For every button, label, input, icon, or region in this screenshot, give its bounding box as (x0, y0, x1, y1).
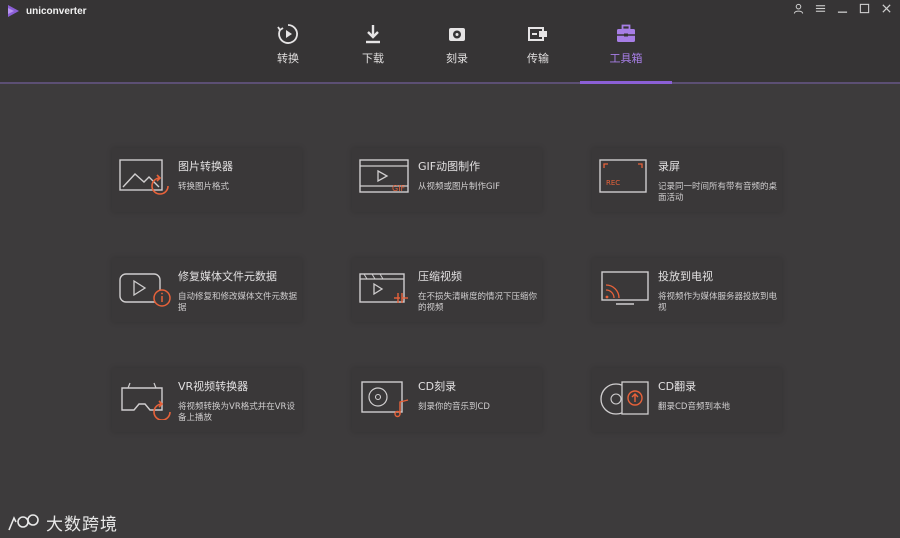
tool-desc: 刻录你的音乐到CD (418, 402, 490, 412)
tool-compress-video[interactable]: 压缩视频 在不损失清晰度的情况下压缩你的视频 (352, 258, 542, 322)
tool-screen-recorder[interactable]: REC 录屏 记录同一时间所有带有音频的桌面活动 (592, 148, 782, 212)
tab-download-label: 下载 (362, 52, 384, 65)
image-convert-icon (119, 159, 169, 195)
tool-desc: 将视频转换为VR格式并在VR设备上播放 (178, 402, 295, 423)
tab-burn-label: 刻录 (446, 52, 468, 65)
user-icon[interactable] (790, 1, 806, 15)
tab-transfer[interactable]: 传输 (508, 18, 568, 78)
watermark-logo-icon (8, 514, 39, 531)
tool-metadata-fix[interactable]: 修复媒体文件元数据 自动修复和修改媒体文件元数据据 (112, 258, 302, 322)
tool-gif-maker[interactable]: GIF GIF动图制作 从视频或图片制作GIF (352, 148, 542, 212)
tool-desc: 在不损失清晰度的情况下压缩你的视频 (418, 292, 538, 313)
tab-download[interactable]: 下载 (343, 18, 403, 78)
toolbox-icon (617, 24, 635, 42)
nav-divider (0, 82, 900, 84)
tool-cast-to-tv[interactable]: 投放到电视 将视频作为媒体服务器投放到电视 (592, 258, 782, 322)
tool-title: 修复媒体文件元数据 (178, 270, 277, 283)
tool-title: CD翻录 (658, 380, 697, 393)
main-nav: 转换 下载 刻录 传输 工具箱 (0, 18, 900, 78)
tool-desc: 将视频作为媒体服务器投放到电视 (658, 292, 778, 313)
app-logo-icon (8, 5, 19, 17)
screen-record-icon: REC (599, 159, 647, 193)
minimize-icon[interactable] (834, 1, 850, 15)
tool-title: 图片转换器 (178, 160, 233, 173)
tool-title: 投放到电视 (658, 270, 713, 283)
tool-desc: 翻录CD音频到本地 (658, 402, 730, 412)
gif-maker-icon: GIF (359, 159, 409, 193)
tool-title: 压缩视频 (418, 270, 462, 283)
tool-desc: 从视频或图片制作GIF (418, 182, 500, 192)
tab-burn[interactable]: 刻录 (427, 18, 487, 78)
metadata-fix-icon (119, 273, 171, 307)
cd-rip-icon (600, 381, 649, 415)
compress-video-icon (359, 273, 408, 303)
svg-text:REC: REC (606, 179, 620, 187)
tool-title: 录屏 (658, 160, 680, 173)
convert-icon (277, 24, 298, 44)
svg-text:GIF: GIF (392, 184, 406, 193)
tab-toolbox[interactable]: 工具箱 (596, 18, 656, 78)
transfer-icon (528, 27, 547, 41)
burn-icon (449, 28, 465, 41)
tool-title: GIF动图制作 (418, 160, 481, 173)
tool-cd-ripper[interactable]: CD翻录 翻录CD音频到本地 (592, 368, 782, 432)
close-icon[interactable] (878, 1, 894, 15)
vr-convert-icon (121, 382, 171, 420)
cd-burn-icon (361, 381, 409, 418)
tab-transfer-label: 传输 (527, 52, 549, 65)
header: uniconverter 转换 下载 刻录 传输 工具箱 (0, 0, 900, 82)
tool-title: CD刻录 (418, 380, 457, 393)
tab-convert[interactable]: 转换 (258, 18, 318, 78)
active-tab-indicator (580, 81, 672, 84)
app-name: uniconverter (26, 5, 87, 17)
tab-convert-label: 转换 (277, 52, 299, 65)
tool-cd-burner[interactable]: CD刻录 刻录你的音乐到CD (352, 368, 542, 432)
tool-title: VR视频转换器 (178, 380, 249, 393)
brand: uniconverter (6, 3, 87, 19)
app-window: uniconverter 转换 下载 刻录 传输 工具箱 图片转换器 转换图片格… (0, 0, 900, 538)
download-icon (366, 25, 380, 44)
menu-icon[interactable] (812, 1, 828, 15)
watermark: 大数跨境 (6, 508, 118, 536)
tool-desc: 记录同一时间所有带有音频的桌面活动 (658, 182, 778, 203)
maximize-icon[interactable] (856, 1, 872, 15)
tool-image-converter[interactable]: 图片转换器 转换图片格式 (112, 148, 302, 212)
tool-desc: 转换图片格式 (178, 182, 230, 192)
tool-vr-converter[interactable]: VR视频转换器 将视频转换为VR格式并在VR设备上播放 (112, 368, 302, 432)
cast-tv-icon (601, 271, 649, 305)
window-controls (790, 1, 894, 15)
tool-desc: 自动修复和修改媒体文件元数据据 (178, 292, 298, 313)
tab-toolbox-label: 工具箱 (609, 52, 643, 65)
watermark-text: 大数跨境 (46, 514, 118, 535)
